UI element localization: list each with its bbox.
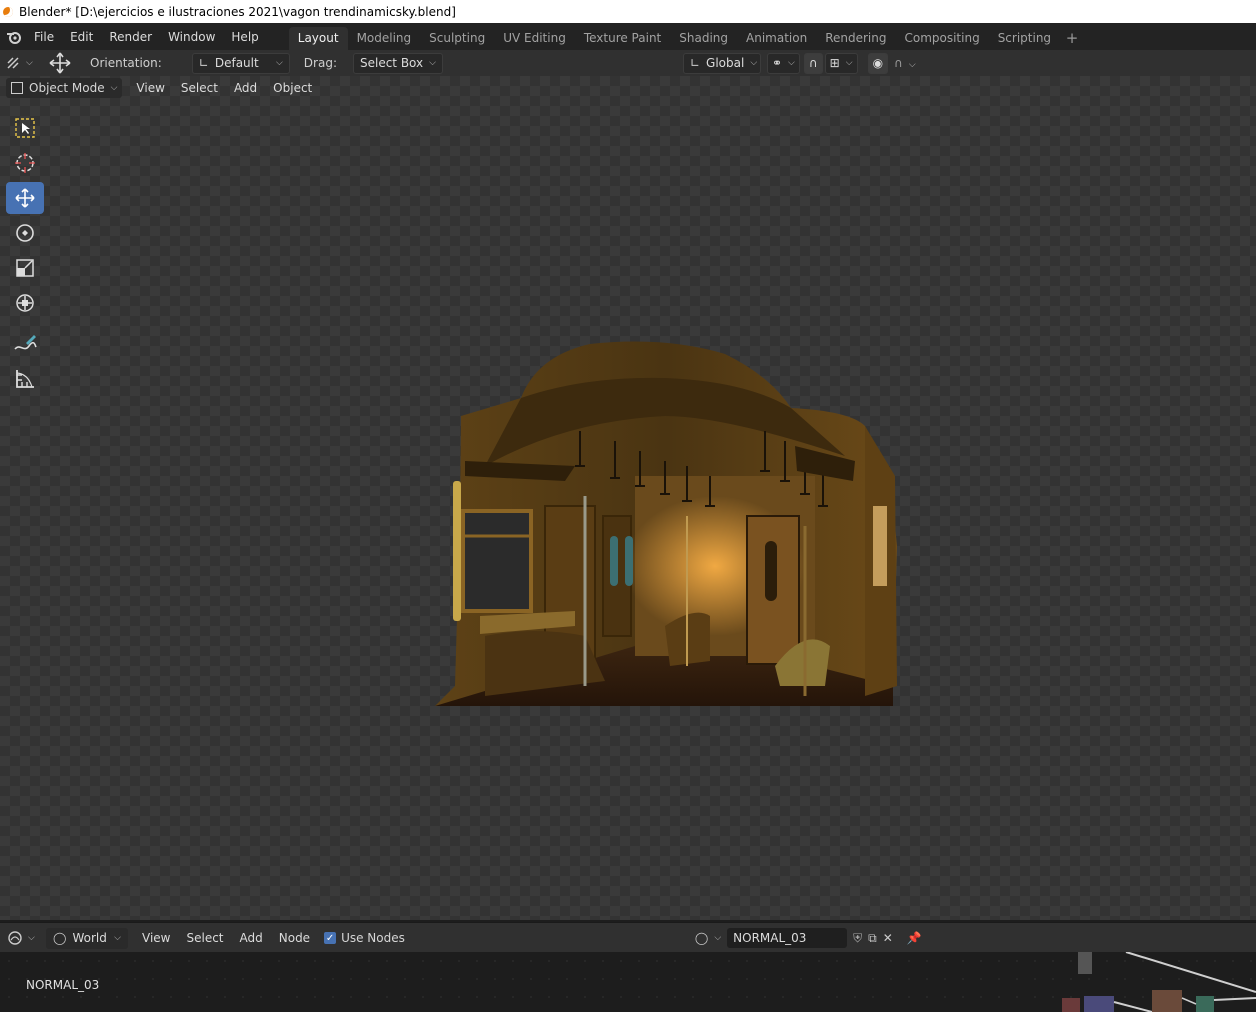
world-icon: ◯ (53, 931, 67, 945)
tab-modeling[interactable]: Modeling (348, 27, 421, 50)
top-menubar: File Edit Render Window Help Layout Mode… (0, 23, 1256, 50)
tool-select-box[interactable] (6, 112, 44, 144)
move-icon (15, 188, 35, 208)
world-name-field[interactable]: NORMAL_03 (727, 928, 848, 948)
blender-menu-icon[interactable] (2, 25, 26, 49)
viewport-menu-view[interactable]: View (128, 81, 172, 95)
chevron-down-icon: ⌵ (110, 83, 118, 93)
node-graph-preview (1062, 952, 1256, 1012)
menu-edit[interactable]: Edit (62, 26, 101, 48)
cursor-icon (15, 153, 35, 173)
menu-file[interactable]: File (26, 26, 62, 48)
global-axis-icon: ∟ (689, 56, 701, 70)
unlink-icon[interactable]: ✕ (883, 931, 893, 945)
shader-editor-header: ⌵ ◯ World ⌵ View Select Add Node ✓ Use N… (0, 922, 1256, 953)
node-tree-name: NORMAL_03 (26, 978, 100, 992)
tab-uv-editing[interactable]: UV Editing (494, 27, 575, 50)
measure-icon (16, 370, 34, 388)
node-menu-node[interactable]: Node (271, 931, 318, 945)
node-editor-icon (8, 931, 22, 945)
pivot-icon: ⚭ (771, 56, 783, 70)
rotate-icon (16, 224, 34, 242)
window-titlebar: Blender* [D:\ejercicios e ilustraciones … (0, 0, 1256, 23)
tab-shading[interactable]: Shading (670, 27, 737, 50)
tool-settings-header: ⌵ Orientation: ∟ Default ⌵ Drag: Select … (0, 50, 1256, 76)
3d-viewport[interactable]: Object Mode ⌵ View Select Add Object (0, 76, 1256, 920)
falloff-curve-icon[interactable]: ∩ ⌵ (894, 56, 916, 70)
object-mode-icon (11, 82, 23, 94)
pivot-point-dropdown[interactable]: ⚭ ⌵ (766, 52, 800, 74)
menu-render[interactable]: Render (101, 26, 160, 48)
drag-dropdown[interactable]: Select Box ⌵ (352, 52, 443, 74)
chevron-down-icon: ⌵ (275, 58, 283, 68)
viewport-menu-object[interactable]: Object (265, 81, 320, 95)
viewport-menu-add[interactable]: Add (226, 81, 265, 95)
tool-shelf (6, 112, 44, 398)
proportional-edit-icon: ◉ (872, 56, 884, 70)
annotate-icon (14, 335, 37, 350)
node-menu-view[interactable]: View (134, 931, 178, 945)
tool-scale[interactable] (6, 252, 44, 284)
orientation-label: Orientation: (90, 56, 162, 70)
editor-type-dropdown[interactable]: ⌵ (8, 931, 38, 945)
node-menu-select[interactable]: Select (178, 931, 231, 945)
pin-icon[interactable]: 📌 (907, 931, 922, 945)
menu-help[interactable]: Help (223, 26, 266, 48)
chevron-down-icon: ⌵ (114, 933, 121, 943)
chevron-down-icon: ⌵ (750, 58, 758, 68)
menu-window[interactable]: Window (160, 26, 223, 48)
move-gizmo-icon (48, 52, 72, 74)
add-workspace-icon[interactable]: + (1060, 27, 1084, 50)
tab-texture-paint[interactable]: Texture Paint (575, 27, 670, 50)
tool-annotate[interactable] (6, 328, 44, 360)
viewport-header: Object Mode ⌵ View Select Add Object (0, 76, 320, 100)
workspace-tabs: Layout Modeling Sculpting UV Editing Tex… (288, 23, 1084, 50)
scale-icon (16, 259, 34, 277)
magnet-icon: ∩ (808, 56, 818, 70)
tool-measure[interactable] (6, 363, 44, 395)
tab-rendering[interactable]: Rendering (816, 27, 895, 50)
snap-target-dropdown[interactable]: ⊞ ⌵ (824, 52, 858, 74)
world-browse-dropdown[interactable]: ◯ ⌵ (695, 931, 721, 945)
proportional-edit-toggle[interactable]: ◉ (867, 52, 889, 74)
use-nodes-checkbox[interactable]: ✓ Use Nodes (324, 931, 405, 945)
orientation-axis-icon: ∟ (198, 56, 209, 70)
drag-label: Drag: (303, 56, 337, 70)
rendered-train-car (435, 341, 897, 706)
chevron-down-icon: ⌵ (429, 58, 436, 68)
shader-type-dropdown[interactable]: ◯ World ⌵ (46, 927, 128, 949)
tool-cursor[interactable] (6, 147, 44, 179)
tab-compositing[interactable]: Compositing (895, 27, 988, 50)
viewport-menu-select[interactable]: Select (173, 81, 226, 95)
transform-icon (16, 294, 34, 312)
tool-type-icon[interactable]: ⌵ (6, 56, 36, 70)
object-mode-dropdown[interactable]: Object Mode ⌵ (6, 78, 123, 98)
node-menu-add[interactable]: Add (232, 931, 271, 945)
snap-increment-icon: ⊞ (829, 56, 840, 70)
snap-toggle[interactable]: ∩ (803, 52, 823, 74)
tool-rotate[interactable] (6, 217, 44, 249)
blender-logo-icon (3, 6, 13, 17)
select-box-icon (15, 118, 35, 138)
tab-scripting[interactable]: Scripting (989, 27, 1060, 50)
tab-layout[interactable]: Layout (288, 27, 348, 50)
tool-move[interactable] (6, 182, 44, 214)
duplicate-icon[interactable]: ⧉ (868, 931, 877, 946)
tab-animation[interactable]: Animation (737, 27, 816, 50)
checkmark-icon: ✓ (324, 932, 337, 944)
tab-sculpting[interactable]: Sculpting (420, 27, 494, 50)
transform-orientation-dropdown[interactable]: ∟ Global ⌵ (682, 52, 761, 74)
tool-transform[interactable] (6, 287, 44, 319)
window-title: Blender* [D:\ejercicios e ilustraciones … (19, 4, 456, 19)
world-icon: ◯ (694, 931, 709, 945)
orientation-dropdown[interactable]: ∟ Default ⌵ (191, 52, 290, 74)
fake-user-icon[interactable]: ⛨ (853, 931, 862, 946)
shader-node-editor[interactable]: NORMAL_03 (0, 952, 1256, 1012)
